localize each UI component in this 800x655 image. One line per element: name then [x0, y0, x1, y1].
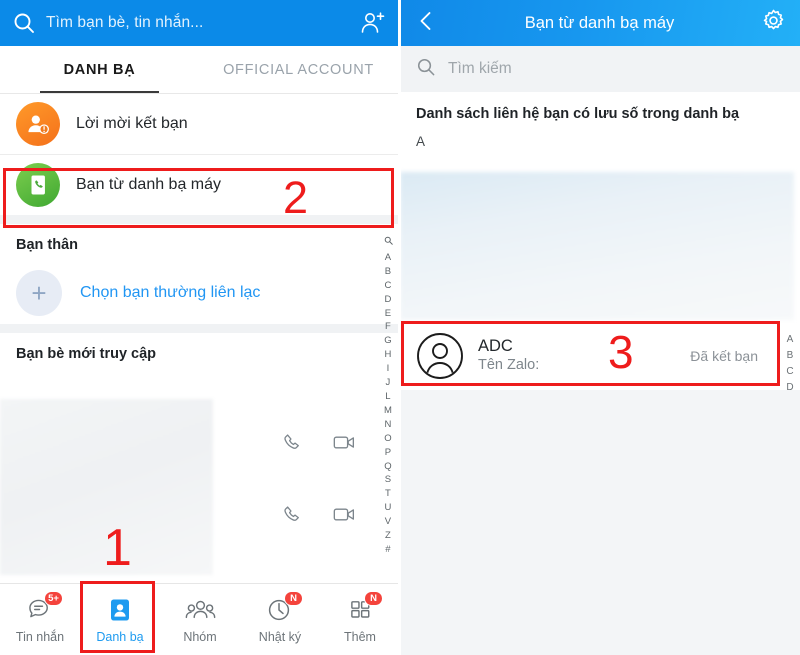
recent-row-actions-1	[282, 432, 356, 458]
friend-request-icon	[16, 102, 60, 146]
clock-icon: N	[263, 590, 303, 624]
list-empty-area	[400, 390, 800, 655]
grid-icon: N	[343, 590, 383, 624]
dual-screenshot-container: Tìm bạn bè, tin nhắn... DANH BẠ OFFICIAL…	[0, 0, 800, 655]
alpha-index-letter[interactable]: Z	[385, 529, 391, 543]
nav-item-nhom[interactable]: Nhóm	[160, 596, 240, 644]
contact-list-header: Danh sách liên hệ bạn có lưu số trong da…	[416, 106, 740, 122]
right-search-bar[interactable]: Tìm kiếm	[400, 46, 800, 92]
search-icon[interactable]	[384, 236, 393, 250]
annotation-number-2: 2	[283, 172, 309, 223]
phone-call-icon[interactable]	[282, 504, 303, 530]
left-app-header: Tìm bạn bè, tin nhắn...	[0, 0, 398, 46]
badge-nhat-ky: N	[284, 590, 303, 606]
nav-label-tin-nhan: Tin nhắn	[15, 629, 65, 644]
add-user-icon[interactable]	[360, 10, 386, 36]
search-input[interactable]: Tìm bạn bè, tin nhắn...	[46, 14, 350, 32]
add-favorite-row[interactable]: + Chọn bạn thường liên lạc	[0, 262, 398, 324]
alpha-index-letter[interactable]: P	[385, 446, 392, 460]
right-page-title: Bạn từ danh bạ máy	[524, 13, 675, 32]
nav-item-them[interactable]: N Thêm	[320, 590, 398, 644]
nav-item-nhat-ky[interactable]: N Nhật ký	[240, 590, 320, 644]
redacted-contact-block	[400, 172, 794, 320]
nav-item-tin-nhan[interactable]: 5+ Tin nhắn	[0, 590, 80, 644]
video-call-icon[interactable]	[333, 505, 356, 529]
alphabet-index[interactable]: A B C D E F G H I J L M N O P Q S T U V …	[380, 236, 396, 557]
alpha-index-letter[interactable]: L	[385, 390, 390, 404]
message-icon: 5+	[23, 590, 63, 624]
alpha-index-letter[interactable]: J	[386, 376, 391, 390]
alpha-index-letter[interactable]: U	[384, 501, 391, 515]
annotation-box-1	[80, 581, 155, 653]
menu-row-friend-requests[interactable]: Lời mời kết bạn	[0, 94, 398, 154]
badge-tin-nhan: 5+	[44, 590, 63, 606]
alpha-index-letter[interactable]: H	[384, 348, 391, 362]
alpha-index-letter[interactable]: B	[385, 265, 392, 279]
video-call-icon[interactable]	[333, 433, 356, 457]
alpha-index-letter[interactable]: V	[385, 515, 392, 529]
alpha-index-letter[interactable]: N	[384, 418, 391, 432]
back-chevron-icon[interactable]	[414, 9, 438, 38]
alpha-index-letter[interactable]: T	[385, 487, 391, 501]
alpha-index-letter[interactable]: B	[787, 348, 794, 364]
panel-divider	[399, 0, 401, 655]
plus-icon: +	[16, 270, 62, 316]
right-phone-screen: Bạn từ danh bạ máy Tìm kiếm Danh sách li…	[400, 0, 800, 655]
section-letter-a: A	[416, 134, 426, 149]
nav-label-nhat-ky: Nhật ký	[258, 629, 302, 644]
tab-official-account-label: OFFICIAL ACCOUNT	[223, 61, 374, 78]
annotation-box-3	[401, 321, 780, 386]
badge-them: N	[364, 590, 383, 606]
search-icon[interactable]	[12, 11, 36, 35]
recent-row-actions-2	[282, 504, 356, 530]
alpha-index-letter[interactable]: M	[384, 404, 392, 418]
alpha-index-letter[interactable]: A	[385, 251, 392, 265]
annotation-number-1: 1	[103, 519, 132, 577]
alpha-index-letter[interactable]: #	[385, 543, 390, 557]
recent-section-title: Bạn bè mới truy cập	[16, 346, 157, 362]
add-favorite-label: Chọn bạn thường liên lạc	[80, 284, 261, 301]
favorites-section-title: Bạn thân	[16, 237, 79, 253]
tab-official-account[interactable]: OFFICIAL ACCOUNT	[199, 46, 398, 93]
alpha-index-letter[interactable]: D	[384, 293, 391, 307]
alpha-index-letter[interactable]: O	[384, 432, 392, 446]
alpha-index-letter[interactable]: E	[385, 307, 392, 321]
left-tab-bar: DANH BẠ OFFICIAL ACCOUNT	[0, 46, 398, 94]
phone-call-icon[interactable]	[282, 432, 303, 458]
tab-danh-ba[interactable]: DANH BẠ	[0, 46, 199, 93]
right-alphabet-index[interactable]: A B C D	[783, 332, 797, 396]
search-icon	[416, 57, 436, 82]
alpha-index-letter[interactable]: C	[384, 279, 391, 293]
alpha-index-letter[interactable]: F	[385, 320, 391, 334]
right-app-header: Bạn từ danh bạ máy	[400, 0, 800, 46]
gear-icon[interactable]	[761, 8, 786, 38]
annotation-number-3: 3	[608, 326, 634, 378]
alpha-index-letter[interactable]: I	[387, 362, 390, 376]
alpha-index-letter[interactable]: S	[385, 473, 392, 487]
alpha-index-letter[interactable]: Q	[384, 460, 392, 474]
left-phone-screen: Tìm bạn bè, tin nhắn... DANH BẠ OFFICIAL…	[0, 0, 400, 655]
tab-danh-ba-label: DANH BẠ	[63, 61, 136, 78]
group-icon	[183, 596, 217, 624]
menu-row-friend-requests-label: Lời mời kết bạn	[76, 115, 188, 132]
annotation-box-2	[3, 168, 394, 228]
alpha-index-letter[interactable]: C	[786, 364, 793, 380]
nav-label-nhom: Nhóm	[183, 629, 217, 644]
nav-label-them: Thêm	[344, 629, 376, 644]
right-search-input[interactable]: Tìm kiếm	[448, 60, 512, 78]
bottom-navigation-bar: 5+ Tin nhắn Danh bạ Nhóm N Nhật ký N Thê…	[0, 583, 398, 655]
alpha-index-letter[interactable]: A	[787, 332, 794, 348]
alpha-index-letter[interactable]: D	[786, 380, 793, 396]
section-divider-2	[0, 324, 398, 333]
alpha-index-letter[interactable]: G	[384, 334, 392, 348]
